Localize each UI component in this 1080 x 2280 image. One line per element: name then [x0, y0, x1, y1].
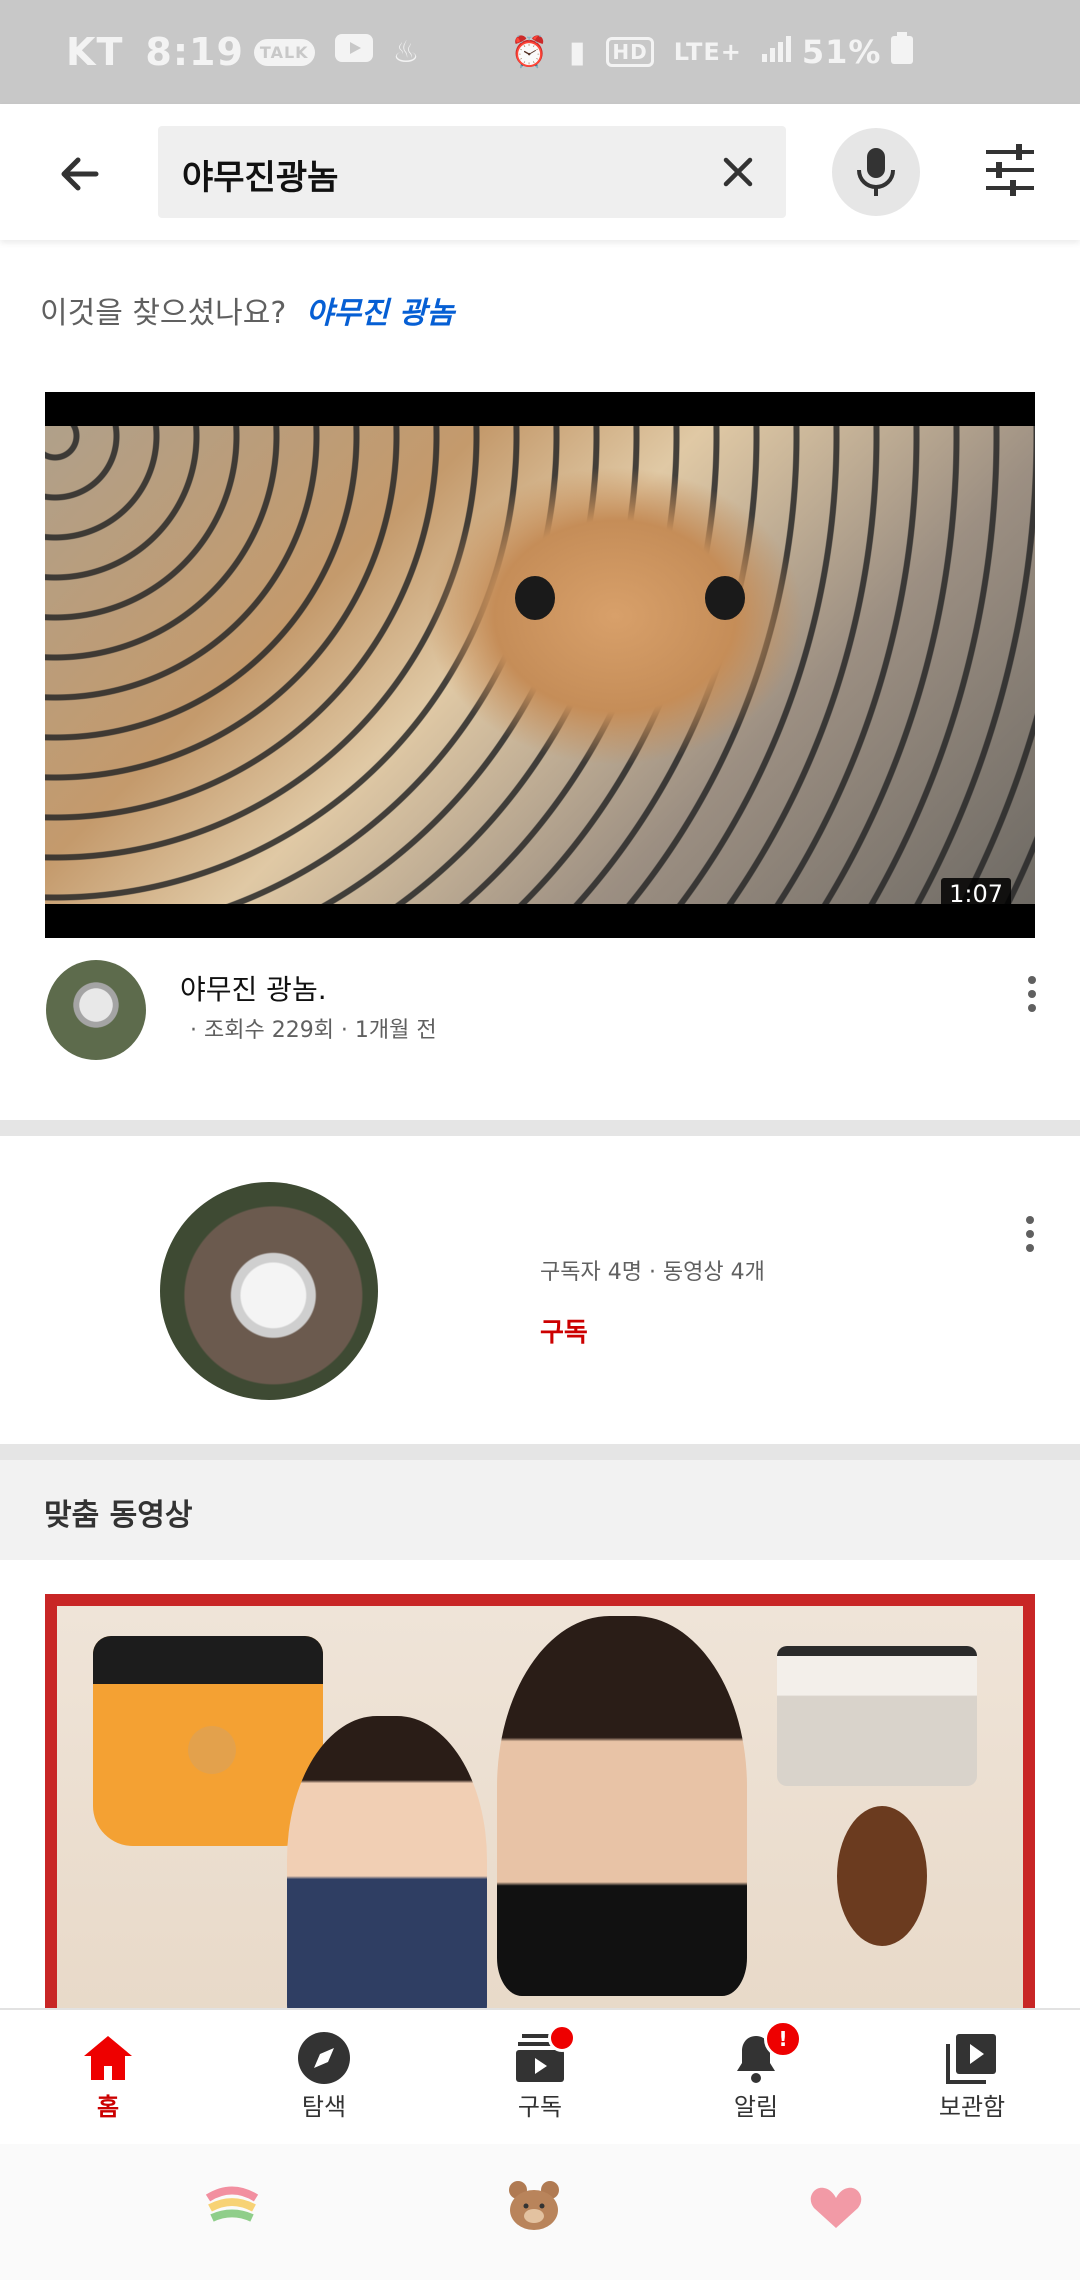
did-you-mean: 이것을 찾으셨나요? 야무진 광놈 — [40, 288, 454, 332]
filter-sliders-icon — [986, 144, 1034, 196]
notification-badge: ! — [764, 2020, 802, 2058]
recommended-section-header: 맞춤 동영상 — [0, 1460, 1080, 1560]
clock: 8:19 — [145, 30, 244, 74]
voice-search-button[interactable] — [832, 128, 920, 216]
video-info-row[interactable]: 야무진 광놈. · 조회수 229회 · 1개월 전 — [0, 960, 1080, 1100]
waistband — [93, 1636, 323, 1684]
carrier-label: KT — [66, 30, 124, 74]
battery-percent: 51% — [801, 33, 882, 71]
microphone-icon — [857, 148, 895, 196]
cat-eye-left — [515, 576, 555, 620]
search-query-text: 야무진광놈 — [182, 158, 339, 198]
back-button[interactable] — [48, 142, 112, 206]
subscribe-button[interactable]: 구독 — [540, 1312, 588, 1349]
person-figure-right — [497, 1616, 747, 1996]
channel-stats: 구독자 4명 · 동영상 4개 — [540, 1260, 765, 1285]
nav-explore[interactable]: 탐색 — [254, 2028, 394, 2138]
status-bar: KT 8:19 TALK ♨ ⏰ ▮ HD LTE+ 51% — [0, 0, 1080, 104]
dog-face-icon — [188, 1726, 236, 1774]
explore-icon — [298, 2032, 350, 2084]
arrow-left-icon — [61, 157, 99, 191]
hd-icon: HD — [606, 37, 654, 67]
bear-icon — [509, 2181, 559, 2230]
channel-avatar[interactable] — [46, 960, 146, 1060]
nav-explore-label: 탐색 — [301, 2093, 347, 2121]
more-vert-dot — [1026, 1244, 1034, 1252]
home-icon — [84, 2036, 132, 2080]
search-input[interactable]: 야무진광놈 — [158, 126, 786, 218]
nav-notifications-label: 알림 — [733, 2093, 779, 2121]
nav-notifications[interactable]: ! 알림 — [686, 2020, 826, 2138]
cat-eye-right — [705, 576, 745, 620]
video-thumbnail[interactable]: 1:07 — [45, 392, 1035, 938]
did-you-mean-prompt: 이것을 찾으셨나요? — [40, 296, 287, 331]
recommended-video-thumbnail[interactable] — [45, 1594, 1035, 2008]
search-header: 야무진광놈 — [0, 104, 1080, 240]
orange-underwear-illustration — [93, 1636, 323, 1846]
more-vert-icon — [1028, 976, 1036, 984]
nav-home-label: 홈 — [96, 2093, 120, 2121]
channel-more-options-button[interactable] — [1010, 1204, 1050, 1264]
lte-icon: LTE+ — [673, 38, 742, 66]
battery-saver-icon: ▮ — [568, 34, 587, 70]
new-content-dot — [548, 2024, 576, 2052]
recommended-title: 맞춤 동영상 — [44, 1498, 193, 1533]
did-you-mean-suggestion-link[interactable]: 야무진 광놈 — [306, 296, 454, 331]
person-figure-left — [287, 1716, 487, 2008]
section-divider — [0, 1444, 1080, 1460]
section-divider — [0, 1120, 1080, 1136]
video-duration-badge: 1:07 — [941, 878, 1011, 910]
youtube-icon — [334, 34, 373, 70]
close-icon — [723, 157, 753, 187]
white-underwear-illustration — [777, 1646, 977, 1786]
alarm-icon: ⏰ — [510, 34, 549, 70]
app-icon: ♨ — [392, 34, 421, 70]
nav-subscriptions[interactable]: 구독 — [470, 2024, 610, 2138]
nav-library-label: 보관함 — [938, 2093, 1006, 2121]
talk-icon: TALK — [253, 38, 315, 66]
home-button[interactable] — [506, 2178, 562, 2238]
search-filters-button[interactable] — [980, 140, 1044, 204]
recent-apps-button[interactable] — [204, 2186, 260, 2230]
video-meta: · 조회수 229회 · 1개월 전 — [190, 1018, 437, 1043]
clear-search-button[interactable] — [712, 146, 764, 198]
thumbnail-image — [57, 1606, 1023, 2008]
channel-avatar-large[interactable] — [160, 1182, 378, 1400]
reindeer-figure — [837, 1806, 927, 1946]
signal-icon — [761, 35, 792, 70]
channel-result[interactable]: 구독자 4명 · 동영상 4개 구독 — [0, 1136, 1080, 1444]
library-icon — [946, 2034, 996, 2084]
more-vert-icon — [1026, 1216, 1034, 1224]
bottom-navigation: 홈 탐색 구독 ! 알림 보관함 — [0, 2008, 1080, 2142]
cat-figure — [425, 466, 805, 766]
nav-home[interactable]: 홈 — [38, 2028, 178, 2138]
battery-icon — [891, 32, 914, 72]
system-navigation-bar — [0, 2144, 1080, 2280]
nav-subscriptions-label: 구독 — [517, 2093, 563, 2121]
thumbnail-image — [45, 426, 1035, 904]
back-nav-button[interactable] — [808, 2186, 864, 2234]
nav-library[interactable]: 보관함 — [902, 2028, 1042, 2138]
video-more-options-button[interactable] — [1012, 964, 1052, 1024]
heart-icon — [810, 2187, 862, 2228]
more-vert-dot — [1028, 1004, 1036, 1012]
video-title[interactable]: 야무진 광놈. — [180, 968, 327, 1008]
rainbow-icon — [205, 2186, 259, 2222]
more-vert-dot — [1026, 1230, 1034, 1238]
more-vert-dot — [1028, 990, 1036, 998]
